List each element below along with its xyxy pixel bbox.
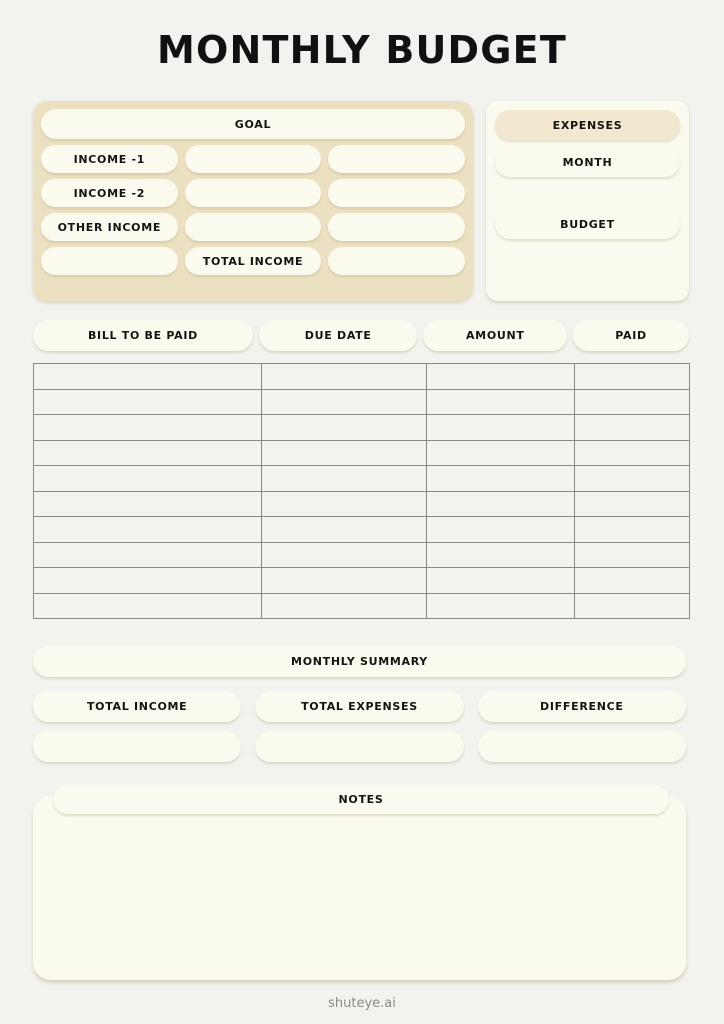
table-cell-amount[interactable]: [426, 388, 575, 415]
table-cell-paid[interactable]: [574, 592, 690, 619]
table-row: [33, 363, 690, 390]
goal-label-income-2: INCOME -2: [41, 179, 178, 207]
goal-panel: GOAL INCOME -1 INCOME -2 OTHER INCOME TO…: [33, 101, 473, 301]
table-cell-due-date[interactable]: [261, 516, 427, 543]
table-cell-due-date[interactable]: [261, 465, 427, 492]
table-cell-bill[interactable]: [33, 388, 262, 415]
summary-label-total-income: TOTAL INCOME: [33, 691, 242, 722]
table-cell-due-date[interactable]: [261, 567, 427, 594]
table-cell-amount[interactable]: [426, 490, 575, 517]
summary-input-total-income[interactable]: [33, 731, 242, 762]
table-cell-due-date[interactable]: [261, 363, 427, 390]
goal-input-other-income-a[interactable]: [184, 213, 322, 241]
expenses-spacer-middle: [495, 177, 680, 209]
expenses-budget-field[interactable]: BUDGET: [495, 209, 680, 239]
table-row: [33, 388, 690, 415]
column-header-paid: PAID: [573, 320, 690, 351]
goal-row-income-1: INCOME -1: [41, 145, 466, 173]
table-row: [33, 592, 690, 619]
table-cell-amount[interactable]: [426, 541, 575, 568]
goal-label-total-income: TOTAL INCOME: [184, 247, 322, 275]
column-header-amount: AMOUNT: [423, 320, 568, 351]
summary-input-total-expenses[interactable]: [255, 731, 464, 762]
table-cell-bill[interactable]: [33, 490, 262, 517]
expenses-header: EXPENSES: [495, 110, 680, 140]
table-cell-due-date[interactable]: [261, 414, 427, 441]
column-header-due-date: DUE DATE: [258, 320, 418, 351]
table-cell-paid[interactable]: [574, 414, 690, 441]
expenses-panel: EXPENSES MONTH BUDGET: [486, 101, 689, 301]
table-row: [33, 465, 690, 492]
table-cell-amount[interactable]: [426, 465, 575, 492]
table-cell-bill[interactable]: [33, 567, 262, 594]
table-cell-paid[interactable]: [574, 567, 690, 594]
table-row: [33, 439, 690, 466]
notes-textarea[interactable]: [33, 796, 686, 980]
goal-input-other-income-b[interactable]: [328, 213, 466, 241]
goal-input-income-1-b[interactable]: [328, 145, 466, 173]
column-header-bill-to-be-paid: BILL TO BE PAID: [33, 320, 253, 351]
table-cell-bill[interactable]: [33, 592, 262, 619]
expenses-month-field[interactable]: MONTH: [495, 147, 680, 177]
goal-row-other-income: OTHER INCOME: [41, 213, 466, 241]
table-cell-bill[interactable]: [33, 414, 262, 441]
bills-table: [33, 363, 690, 619]
table-cell-paid[interactable]: [574, 516, 690, 543]
table-cell-amount[interactable]: [426, 516, 575, 543]
table-cell-paid[interactable]: [574, 363, 690, 390]
monthly-summary-labels: TOTAL INCOME TOTAL EXPENSES DIFFERENCE: [33, 691, 686, 722]
table-cell-paid[interactable]: [574, 388, 690, 415]
table-cell-bill[interactable]: [33, 516, 262, 543]
goal-input-income-2-b[interactable]: [328, 179, 466, 207]
table-cell-bill[interactable]: [33, 465, 262, 492]
goal-input-income-2-a[interactable]: [184, 179, 322, 207]
table-row: [33, 541, 690, 568]
table-row: [33, 414, 690, 441]
table-row: [33, 516, 690, 543]
table-cell-bill[interactable]: [33, 541, 262, 568]
table-cell-paid[interactable]: [574, 439, 690, 466]
table-cell-amount[interactable]: [426, 439, 575, 466]
summary-label-difference: DIFFERENCE: [477, 691, 686, 722]
expenses-spacer-top: [495, 140, 680, 147]
goal-header: GOAL: [41, 109, 465, 139]
monthly-summary-header: MONTHLY SUMMARY: [33, 646, 686, 677]
goal-label-other-income: OTHER INCOME: [41, 213, 178, 241]
goal-input-income-1-a[interactable]: [184, 145, 322, 173]
table-cell-bill[interactable]: [33, 439, 262, 466]
table-cell-amount[interactable]: [426, 567, 575, 594]
table-cell-paid[interactable]: [574, 465, 690, 492]
table-cell-amount[interactable]: [426, 592, 575, 619]
table-row: [33, 490, 690, 517]
goal-input-total-income-a[interactable]: [41, 247, 178, 275]
table-cell-due-date[interactable]: [261, 541, 427, 568]
table-cell-due-date[interactable]: [261, 490, 427, 517]
table-cell-due-date[interactable]: [261, 388, 427, 415]
bills-table-body: [33, 363, 690, 619]
table-cell-amount[interactable]: [426, 363, 575, 390]
summary-label-total-expenses: TOTAL EXPENSES: [255, 691, 464, 722]
monthly-summary-values: [33, 731, 686, 762]
table-cell-due-date[interactable]: [261, 592, 427, 619]
notes-header: NOTES: [53, 785, 669, 814]
table-row: [33, 567, 690, 594]
footer-brand: shuteye.ai: [328, 996, 396, 1011]
goal-row-income-2: INCOME -2: [41, 179, 466, 207]
table-cell-paid[interactable]: [574, 541, 690, 568]
summary-input-difference[interactable]: [477, 731, 686, 762]
table-cell-bill[interactable]: [33, 363, 262, 390]
table-cell-amount[interactable]: [426, 414, 575, 441]
goal-input-total-income-b[interactable]: [328, 247, 466, 275]
table-cell-paid[interactable]: [574, 490, 690, 517]
page-title: MONTHLY BUDGET: [157, 28, 567, 72]
bills-table-headers: BILL TO BE PAID DUE DATE AMOUNT PAID: [33, 320, 690, 351]
goal-label-income-1: INCOME -1: [41, 145, 178, 173]
table-cell-due-date[interactable]: [261, 439, 427, 466]
goal-row-total-income: TOTAL INCOME: [41, 247, 466, 275]
